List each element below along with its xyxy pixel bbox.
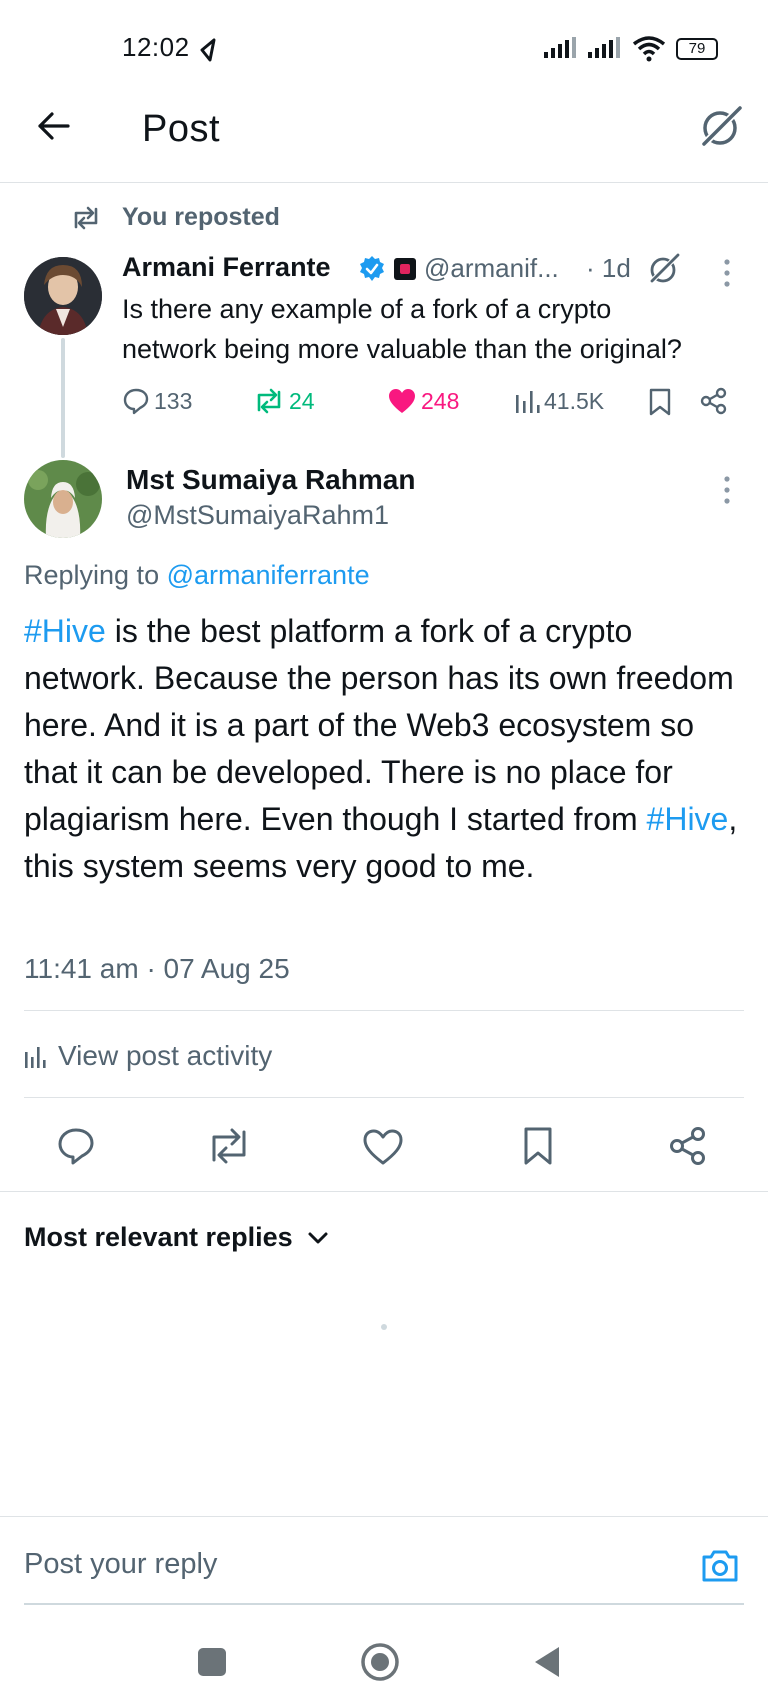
reply-more-options-button[interactable] [722,475,732,505]
views-action[interactable]: 41.5K [514,387,604,415]
avatar-sumaiya[interactable] [24,460,102,538]
view-activity-label: View post activity [58,1040,273,1071]
status-bar: 12:02 79 [0,0,768,80]
camera-icon [702,1550,738,1582]
post-text-line1: Is there any example of a fork of a cryp… [122,294,612,324]
loading-indicator [381,1324,387,1330]
page-title: Post [142,108,221,150]
reply-count: 133 [154,387,193,414]
replying-to-handle[interactable]: @armaniferrante [167,560,370,590]
activity-divider [24,1097,744,1098]
verified-badge-icon [358,255,386,283]
cell-signal-icon [542,36,578,60]
views-count: 41.5K [544,387,605,414]
actions-divider [0,1191,768,1192]
reply-author-handle[interactable]: @MstSumaiyaRahm1 [126,500,389,531]
chevron-down-icon [308,1232,328,1243]
heart-icon [363,1129,403,1165]
reply-input[interactable]: Post your reply [24,1548,217,1581]
replying-to: Replying to @armaniferrante [24,560,370,591]
grok-icon [699,105,743,149]
replies-sort-label: Most relevant replies [24,1222,293,1252]
nav-recents-button[interactable] [198,1648,226,1676]
more-options-button[interactable] [722,258,732,288]
camera-button[interactable] [700,1548,740,1584]
repost-icon [70,205,102,231]
more-vertical-icon [724,259,730,287]
post-text-line2: network being more valuable than the ori… [122,334,682,364]
back-triangle-icon [535,1647,559,1677]
nav-home-button[interactable] [360,1642,400,1682]
share-button[interactable] [700,387,728,415]
post-age: · 1d [586,253,631,283]
grok-small-icon[interactable] [648,253,680,285]
share-icon [670,1127,705,1165]
like-action[interactable]: 248 [387,387,459,415]
status-time: 12:02 [122,32,190,62]
affiliate-badge-icon [394,258,416,280]
repost-count: 24 [289,387,315,414]
activity-chart-icon [25,1047,46,1068]
hashtag-hive-1[interactable]: #Hive [24,613,106,649]
repost-icon [212,1128,246,1164]
nav-back-button[interactable] [532,1644,562,1680]
post-timestamp: 11:41 am · 07 Aug 25 [24,953,290,984]
reply-input-placeholder: Post your reply [24,1548,218,1580]
reply-action[interactable]: 133 [122,387,192,415]
replying-to-prefix: Replying to [24,560,167,590]
grok-button[interactable] [698,104,744,150]
reply-text-part1: is the best platform a fork of a crypto … [24,613,734,837]
author-handle[interactable]: @armanif... [424,253,559,284]
bookmark-post-button[interactable] [522,1126,554,1166]
repost-action[interactable]: 24 [253,387,315,415]
battery-level: 79 [688,40,706,57]
header-divider [0,182,768,183]
reply-icon [123,388,149,415]
views-chart-icon [516,391,540,413]
repost-label: You reposted [122,203,280,231]
bookmark-icon [649,388,671,416]
bookmark-icon [524,1127,552,1165]
arrow-left-icon [38,112,70,140]
more-vertical-icon [724,476,730,504]
hashtag-hive-2[interactable]: #Hive [647,801,729,837]
signal-arrow-icon [198,34,228,64]
reply-button[interactable] [56,1126,96,1166]
repost-action-icon [257,388,281,414]
home-circle-icon [361,1643,399,1681]
reply-icon [58,1128,94,1165]
reply-input-underline [24,1603,744,1605]
share-icon [700,387,727,415]
reply-text: #Hive is the best platform a fork of a c… [24,608,744,890]
like-count: 248 [421,387,460,414]
reply-bar-divider [0,1516,768,1517]
heart-filled-icon [389,389,415,413]
battery-icon: 79 [676,38,718,60]
replies-sort-dropdown[interactable]: Most relevant replies [24,1222,329,1253]
share-post-button[interactable] [668,1126,708,1166]
repost-button[interactable] [206,1126,252,1166]
avatar-armani[interactable] [24,257,102,335]
wifi-icon [632,34,666,62]
like-button[interactable] [362,1128,404,1166]
timestamp-divider [24,1010,744,1011]
view-activity-link[interactable]: View post activity [24,1040,272,1072]
cell-signal-2-icon [586,36,622,60]
author-name[interactable]: Armani Ferrante [122,252,331,283]
bookmark-button[interactable] [648,388,672,416]
thread-line [61,338,65,458]
reply-author-name[interactable]: Mst Sumaiya Rahman [126,464,415,496]
back-button[interactable] [34,106,74,146]
